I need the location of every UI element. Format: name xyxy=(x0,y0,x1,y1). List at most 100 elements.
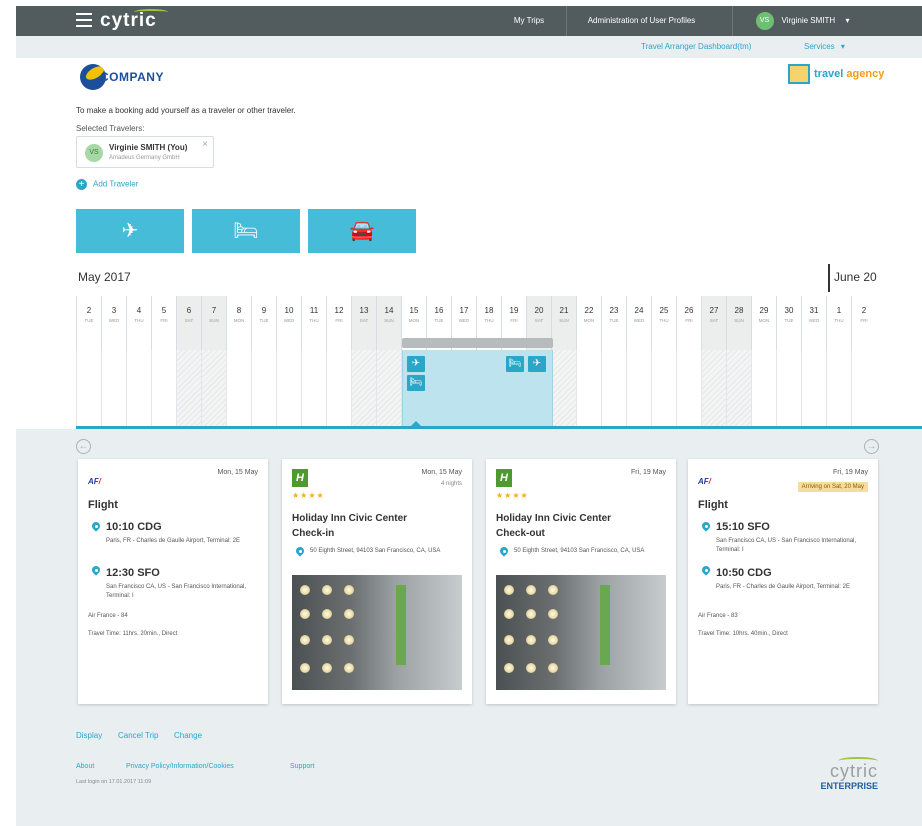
plus-circle-icon: + xyxy=(76,179,87,190)
day-number: 18 xyxy=(484,306,494,315)
travel-arranger-dashboard-link[interactable]: Travel Arranger Dashboard(tm) xyxy=(641,42,751,51)
departure-address: Paris, FR - Charles de Gaulle Airport, T… xyxy=(106,538,240,544)
weekday-label: SAT xyxy=(709,318,719,323)
timeline-day[interactable]: 2 TUE xyxy=(76,296,101,356)
day-number: 17 xyxy=(459,306,469,315)
timeline-day[interactable]: 23 TUE xyxy=(601,296,626,356)
timeline-column xyxy=(151,350,176,426)
timeline-column xyxy=(701,350,726,426)
timeline-column xyxy=(576,350,601,426)
timeline-day[interactable]: 5 FRI xyxy=(151,296,176,356)
travel-time: Travel Time: 10hrs. 40min., Direct xyxy=(698,631,788,637)
weekday-label: MON xyxy=(233,318,245,323)
next-arrow-icon[interactable]: → xyxy=(864,439,879,454)
hotel-name-text: Holiday Inn Civic Center xyxy=(292,513,408,524)
flight-number: Air France - 84 xyxy=(88,613,128,619)
remove-traveler-close-icon[interactable]: × xyxy=(202,139,208,150)
weekday-label: FRI xyxy=(510,318,518,323)
footer-about-link[interactable]: About xyxy=(76,763,94,770)
nav-my-trips[interactable]: My Trips xyxy=(494,6,564,36)
timeline-day[interactable]: 4 THU xyxy=(126,296,151,356)
cytric-enterprise-logo: cytric ENTERPRISE xyxy=(786,757,886,797)
timeline-column xyxy=(126,350,151,426)
timeline-day[interactable]: 25 THU xyxy=(651,296,676,356)
chevron-down-icon: ▾ xyxy=(840,42,845,51)
weekday-label: WED xyxy=(108,318,120,323)
card-date: Fri, 19 May xyxy=(630,469,666,476)
add-traveler-button[interactable]: + Add Traveler xyxy=(76,179,138,190)
trip-duration-bar[interactable] xyxy=(402,338,553,348)
timeline-day[interactable]: 24 WED xyxy=(626,296,651,356)
hamburger-menu-icon[interactable] xyxy=(76,13,92,27)
flight-card-outbound[interactable]: AF/ Mon, 15 May Flight 10:10 CDG Paris, … xyxy=(78,459,268,704)
prev-arrow-icon[interactable]: ← xyxy=(76,439,91,454)
weekday-label: SUN xyxy=(209,318,219,323)
timeline-column xyxy=(176,350,201,426)
timeline-day[interactable]: 10 WED xyxy=(276,296,301,356)
timeline-day[interactable]: 13 SAT xyxy=(351,296,376,356)
card-date: Mon, 15 May xyxy=(421,469,462,476)
user-avatar: VS xyxy=(755,11,774,30)
services-menu[interactable]: Services ▾ xyxy=(804,42,845,51)
location-pin-icon xyxy=(92,522,100,533)
hotel-address: 50 Eighth Street, 94103 San Francisco, C… xyxy=(310,548,441,554)
departure-time: 15:10 SFO xyxy=(716,521,770,533)
user-menu[interactable]: VS Virginie SMITH ▾ xyxy=(732,6,872,36)
timeline-day[interactable]: 3 WED xyxy=(101,296,126,356)
timeline-column xyxy=(226,350,251,426)
display-link[interactable]: Display xyxy=(76,731,102,740)
nav-admin-user-profiles[interactable]: Administration of User Profiles xyxy=(566,6,716,36)
bed-icon: 🛏 xyxy=(233,220,259,242)
cancel-trip-link[interactable]: Cancel Trip xyxy=(118,731,158,740)
weekday-label: THU xyxy=(134,318,144,323)
day-number: 8 xyxy=(236,306,242,315)
day-number: 15 xyxy=(409,306,419,315)
book-car-button[interactable]: 🚘 xyxy=(308,209,416,253)
timeline-column xyxy=(676,350,701,426)
timeline-flight-event[interactable]: ✈ xyxy=(407,356,425,372)
footer-support-link[interactable]: Support xyxy=(290,763,315,770)
secondary-bar: Travel Arranger Dashboard(tm) Services ▾ xyxy=(16,36,922,58)
star-rating: ★★★★ xyxy=(292,491,325,500)
hotel-card-checkout[interactable]: H Fri, 19 May ★★★★ Holiday Inn Civic Cen… xyxy=(486,459,676,704)
timeline-day[interactable]: 8 MON xyxy=(226,296,251,356)
timeline-day[interactable]: 30 TUE xyxy=(776,296,801,356)
footer-privacy-link[interactable]: Privacy Policy/Information/Cookies xyxy=(126,763,234,770)
timeline-column xyxy=(276,350,301,426)
weekday-label: SAT xyxy=(534,318,544,323)
timeline-flight-event-return[interactable]: ✈ xyxy=(528,356,546,372)
user-name: Virginie SMITH xyxy=(781,16,836,25)
app-window: cytric My Trips Administration of User P… xyxy=(16,6,922,826)
timeline-day[interactable]: 22 MON xyxy=(576,296,601,356)
weekday-label: MON xyxy=(758,318,770,323)
traveler-chip[interactable]: VS Virginie SMITH (You) Amadeus Germany … xyxy=(76,136,214,168)
book-flight-button[interactable]: ✈ xyxy=(76,209,184,253)
timeline-day[interactable]: 31 WED xyxy=(801,296,826,356)
timeline-day[interactable]: 29 MON xyxy=(751,296,776,356)
hotel-address: 50 Eighth Street, 94103 San Francisco, C… xyxy=(514,548,645,554)
timeline-column xyxy=(751,350,776,426)
traveler-company: Amadeus Germany GmbH xyxy=(109,155,180,161)
timeline-day[interactable]: 12 FRI xyxy=(326,296,351,356)
timeline-day[interactable]: 6 SAT xyxy=(176,296,201,356)
timeline-day[interactable]: 27 SAT xyxy=(701,296,726,356)
timeline-day[interactable]: 2 FRI xyxy=(851,296,876,356)
timeline-hotel-event-checkout[interactable]: 🛏 xyxy=(506,356,524,372)
timeline-day[interactable]: 7 SUN xyxy=(201,296,226,356)
timeline-day[interactable]: 28 SUN xyxy=(726,296,751,356)
timeline-day[interactable]: 11 THU xyxy=(301,296,326,356)
change-link[interactable]: Change xyxy=(174,731,202,740)
plane-icon: ✈ xyxy=(411,358,421,369)
timeline-day[interactable]: 14 SUN xyxy=(376,296,401,356)
book-hotel-button[interactable]: 🛏 xyxy=(192,209,300,253)
location-pin-icon xyxy=(702,522,710,533)
hotel-card-checkin[interactable]: H Mon, 15 May 4 nights ★★★★ Holiday Inn … xyxy=(282,459,472,704)
timeline-day[interactable]: 21 SUN xyxy=(551,296,576,356)
flight-card-return[interactable]: AF/ Fri, 19 May Arriving on Sat, 20 May … xyxy=(688,459,878,704)
card-date: Fri, 19 May xyxy=(832,469,868,476)
weekday-label: THU xyxy=(659,318,669,323)
timeline-day[interactable]: 26 FRI xyxy=(676,296,701,356)
timeline-day[interactable]: 9 TUE xyxy=(251,296,276,356)
timeline-hotel-event[interactable]: 🛏 xyxy=(407,375,425,391)
timeline-day[interactable]: 1 THU xyxy=(826,296,851,356)
